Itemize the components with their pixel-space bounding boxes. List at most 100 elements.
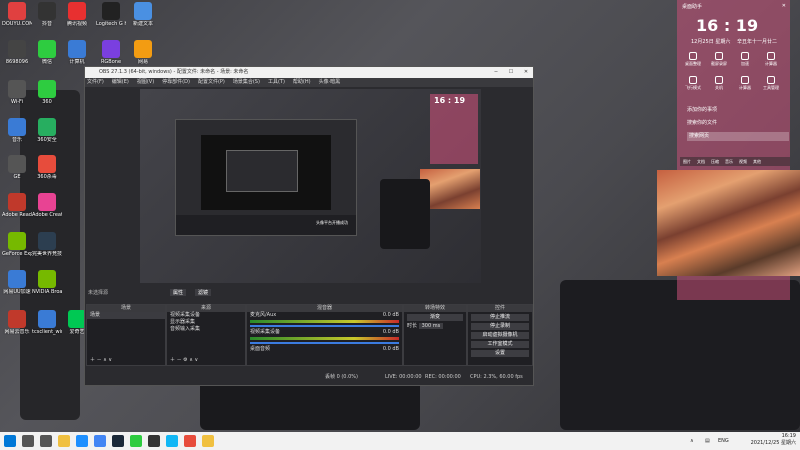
taskbar-folder-icon[interactable] [202, 435, 214, 447]
todo-item[interactable]: 添加你的事项 [687, 106, 717, 113]
scene-controls[interactable]: ＋ － ∧ ∨ [87, 357, 112, 364]
quick-action[interactable]: 计算器 [735, 76, 755, 92]
panel-tab[interactable]: 视频 [739, 159, 747, 164]
menu-item[interactable]: 场景集合(S) [233, 79, 260, 85]
virtual-camera-button[interactable]: 启动虚拟摄像机 [471, 332, 529, 339]
desktop-icon-label: 8698096 [5, 59, 29, 65]
nested-chair [380, 179, 430, 249]
volume-meter [250, 320, 399, 323]
desktop-icon-label: 音乐 [11, 137, 22, 143]
menu-item[interactable]: 编辑(E) [112, 79, 129, 85]
taskbar-search-icon[interactable] [22, 435, 34, 447]
panel-tab[interactable]: 压缩 [711, 159, 719, 164]
scene-item[interactable]: 场景 [87, 312, 165, 319]
desktop-icon-label: GE [13, 174, 21, 180]
desktop-icon[interactable]: 网易UU加速 [2, 270, 32, 308]
panel-tab[interactable]: 文档 [697, 159, 705, 164]
taskbar-explorer-icon[interactable] [58, 435, 70, 447]
search-files[interactable]: 搜索你的文件 [687, 119, 717, 126]
desktop-icon[interactable]: Wi-Fi [2, 80, 32, 118]
dropped-frames: 丢帧 0 (0.0%) [325, 374, 358, 380]
taskbar-wechat-icon[interactable] [130, 435, 142, 447]
quick-action[interactable]: 计算器 [761, 52, 781, 68]
volume-slider[interactable] [250, 342, 399, 344]
desktop-icon[interactable]: 360安全 [32, 118, 62, 156]
desktop-icon[interactable]: 抖音 [32, 2, 62, 40]
settings-button[interactable]: 设置 [471, 350, 529, 357]
app-icon [68, 2, 86, 20]
volume-slider[interactable] [250, 325, 399, 327]
obs-preview[interactable]: 头像平台开播成功 16 : 19 [140, 89, 481, 283]
desktop-icon[interactable]: DOUYU.COM [2, 2, 32, 40]
panel-close-icon[interactable]: ✕ [782, 3, 786, 9]
menu-item[interactable]: 视图(V) [137, 79, 154, 85]
network-icon[interactable]: ▤ [705, 432, 710, 450]
desktop-icon[interactable]: GE [2, 155, 32, 193]
desktop-icon[interactable]: 音乐 [2, 118, 32, 156]
tray-chevron-icon[interactable]: ∧ [690, 432, 694, 450]
stop-streaming-button[interactable]: 停止推流 [471, 314, 529, 321]
panel-tabs: 图片 文档 压缩 音乐 视频 其他 [680, 157, 790, 166]
menu-item[interactable]: 头像·暗黑 [319, 79, 341, 85]
panel-tab[interactable]: 图片 [683, 159, 691, 164]
desktop-icon[interactable]: NVIDIA Broadcast [32, 270, 62, 308]
quick-action[interactable]: 截屏录屏 [709, 52, 729, 68]
lang-indicator[interactable]: ENG [718, 432, 729, 450]
source-item[interactable]: 音频输入采集 [167, 326, 245, 333]
desktop-icon[interactable]: 360 [32, 80, 62, 118]
menu-item[interactable]: 停靠部件(D) [162, 79, 190, 85]
desktop-icon[interactable]: Logitech G HUB [96, 2, 126, 40]
menu-item[interactable]: 帮助(H) [293, 79, 311, 85]
taskbar-qq-icon[interactable] [166, 435, 178, 447]
obs-window[interactable]: OBS 27.1.3 (64-bit, windows) - 配置文件: 未命名… [84, 66, 534, 386]
close-icon[interactable]: ✕ [519, 67, 533, 78]
menu-item[interactable]: 文件(F) [87, 79, 104, 85]
taskbar-edge-icon[interactable] [76, 435, 88, 447]
panel-tab[interactable]: 其他 [753, 159, 761, 164]
quick-action[interactable]: 加速 [735, 52, 755, 68]
desktop-icon[interactable]: 360杀毒 [32, 155, 62, 193]
minimize-icon[interactable]: ─ [489, 67, 503, 78]
desktop-icon[interactable]: GeForce Experience [2, 232, 32, 270]
quick-action[interactable]: 关机 [709, 76, 729, 92]
scenes-dock: 场景 场景 ＋ － ∧ ∨ [86, 304, 166, 366]
panel-tab[interactable]: 音乐 [725, 159, 733, 164]
desktop-icon[interactable]: tcsclient_win64 [32, 310, 62, 348]
filters-button[interactable]: 滤镜 [195, 289, 212, 296]
menu-item[interactable]: 配置文件(P) [198, 79, 225, 85]
source-controls[interactable]: ＋ － ⚙ ∧ ∨ [167, 357, 198, 364]
taskbar-taskview-icon[interactable] [40, 435, 52, 447]
quick-action[interactable]: 桌面整理 [683, 52, 703, 68]
taskbar-start-icon[interactable] [4, 435, 16, 447]
desktop-icon[interactable]: 新建文本 [128, 2, 158, 40]
source-item[interactable]: 视频采集设备 [167, 312, 245, 319]
quick-action[interactable]: 工具管理 [761, 76, 781, 92]
desktop-icon[interactable]: 微信 [32, 40, 62, 78]
properties-button[interactable]: 属性 [170, 289, 187, 296]
app-icon [8, 80, 26, 98]
taskbar-music-icon[interactable] [184, 435, 196, 447]
studio-mode-button[interactable]: 工作室模式 [471, 341, 529, 348]
menu-item[interactable]: 工具(T) [268, 79, 285, 85]
desktop-icon[interactable]: Adobe Reader DC [2, 193, 32, 231]
obs-titlebar[interactable]: OBS 27.1.3 (64-bit, windows) - 配置文件: 未命名… [85, 67, 533, 78]
taskbar-clock[interactable]: 16:19 2021/12/25 星期六 [751, 433, 796, 447]
desktop-icon[interactable]: 8698096 [2, 40, 32, 78]
desktop-icon-label: 网易UU加速 [3, 289, 31, 295]
desktop-icon[interactable]: Adobe Creative [32, 193, 62, 231]
transition-select[interactable]: 渐变 [407, 314, 463, 321]
quick-action-label: 计算器 [739, 85, 751, 90]
taskbar-chrome-icon[interactable] [94, 435, 106, 447]
duration-input[interactable]: 300 ms [418, 323, 444, 329]
desktop-icon[interactable]: 完美世界竞技平台 [32, 232, 62, 270]
source-item[interactable]: 显示器采集 [167, 319, 245, 326]
stop-recording-button[interactable]: 停止录制 [471, 323, 529, 330]
desktop-icon[interactable]: 网易云音乐 [2, 310, 32, 348]
maximize-icon[interactable]: ☐ [504, 67, 518, 78]
taskbar-steam-icon[interactable] [112, 435, 124, 447]
taskbar-obs-icon[interactable] [148, 435, 160, 447]
quick-action[interactable]: 飞行模式 [683, 76, 703, 92]
quick-action-icon [715, 76, 723, 84]
search-input[interactable]: 搜索网页 [687, 132, 789, 141]
desktop-icon[interactable]: 腾讯视频 [62, 2, 92, 40]
